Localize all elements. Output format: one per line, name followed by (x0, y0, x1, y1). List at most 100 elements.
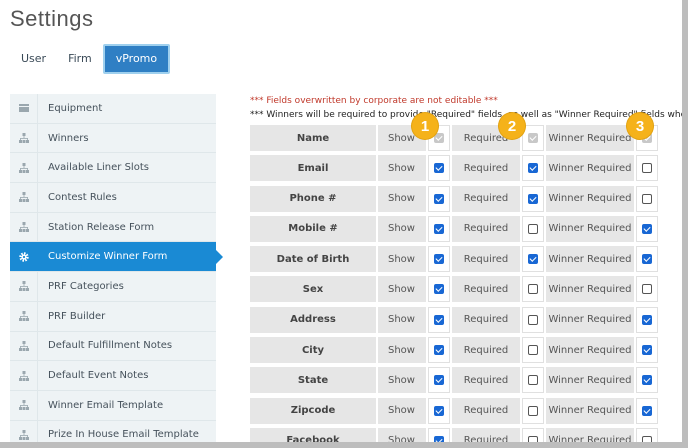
sidebar-item-equipment[interactable]: Equipment (10, 94, 216, 124)
tab-user[interactable]: User (10, 44, 57, 74)
sidebar-item-label: Default Fulfillment Notes (48, 340, 173, 352)
required-checkbox[interactable] (528, 254, 538, 265)
show-label: Show (378, 185, 426, 212)
field-name: State (250, 367, 376, 394)
required-checkbox[interactable] (528, 163, 538, 174)
show-checkbox[interactable] (434, 405, 444, 416)
show-label: Show (378, 427, 426, 442)
show-checkbox[interactable] (434, 345, 444, 356)
sidebar-item-contest-rules[interactable]: Contest Rules (10, 183, 216, 213)
sidebar-item-available-liner-slots[interactable]: Available Liner Slots (10, 153, 216, 184)
required-checkbox (528, 133, 538, 143)
winner-required-checkbox[interactable] (642, 163, 652, 174)
sidebar-item-label: PRF Categories (48, 280, 124, 292)
sidebar-item-station-release-form[interactable]: Station Release Form (10, 212, 216, 243)
winner-required-label: Winner Required (546, 427, 634, 442)
show-checkbox[interactable] (434, 375, 444, 386)
required-label: Required (452, 367, 520, 394)
required-checkbox[interactable] (528, 223, 538, 234)
tab-firm[interactable]: Firm (57, 44, 103, 74)
sidebar-menu: Equipment Winners Available Liner Slots Con… (10, 94, 223, 442)
winner-required-cell (636, 427, 658, 442)
show-checkbox[interactable] (434, 223, 444, 234)
winner-required-checkbox[interactable] (642, 223, 652, 234)
required-checkbox[interactable] (528, 193, 538, 204)
required-checkbox[interactable] (528, 284, 538, 295)
show-checkbox (434, 133, 444, 143)
show-label: Show (378, 397, 426, 424)
winner-required-checkbox[interactable] (642, 405, 652, 416)
sidebar-item-winners[interactable]: Winners (10, 123, 216, 154)
show-cell (428, 246, 450, 273)
winner-required-cell (636, 246, 658, 273)
table-row: Date of Birth Show Required Winner Required (250, 245, 660, 275)
required-cell (522, 155, 544, 182)
winner-required-checkbox[interactable] (642, 345, 652, 356)
winners-note: *** Winners will be required to provide … (250, 110, 682, 120)
required-label: Required (452, 155, 520, 182)
winner-required-checkbox[interactable] (642, 314, 652, 325)
winner-required-cell (636, 185, 658, 212)
winner-required-label: Winner Required (546, 367, 634, 394)
required-checkbox[interactable] (528, 435, 538, 442)
required-cell (522, 246, 544, 273)
show-checkbox[interactable] (434, 314, 444, 325)
table-row: Facebook Show Required Winner Required (250, 427, 660, 442)
required-checkbox[interactable] (528, 375, 538, 386)
winner-required-checkbox[interactable] (642, 375, 652, 386)
show-cell (428, 215, 450, 242)
winner-form-fields-table: Name Show Required Winner Required Email Show… (250, 124, 660, 442)
field-name: Date of Birth (250, 246, 376, 273)
required-cell (522, 397, 544, 424)
sidebar-item-default-event-notes[interactable]: Default Event Notes (10, 361, 216, 391)
step-badge-1: 1 (412, 113, 438, 139)
sidebar-item-prf-builder[interactable]: PRF Builder (10, 301, 216, 332)
sidebar-item-customize-winner-form[interactable]: Customize Winner Form (10, 242, 223, 273)
sidebar-item-winner-email-template[interactable]: Winner Email Template (10, 390, 216, 421)
field-name: Name (250, 125, 376, 151)
winner-required-label: Winner Required (546, 125, 634, 151)
sitemap-icon (10, 212, 38, 242)
winner-required-checkbox[interactable] (642, 254, 652, 265)
sidebar-item-label: Prize In House Email Template (48, 429, 199, 441)
required-checkbox[interactable] (528, 345, 538, 356)
sidebar-item-prize-in-house-email-template[interactable]: Prize In House Email Template (10, 420, 216, 442)
winner-required-checkbox[interactable] (642, 284, 652, 295)
tab-vpromo[interactable]: vPromo (102, 44, 171, 74)
show-checkbox[interactable] (434, 163, 444, 174)
sitemap-icon (10, 272, 38, 301)
show-checkbox[interactable] (434, 284, 444, 295)
show-label: Show (378, 276, 426, 303)
winner-required-checkbox[interactable] (642, 193, 652, 204)
required-checkbox[interactable] (528, 314, 538, 325)
sidebar-item-label: Available Liner Slots (48, 162, 149, 174)
show-label: Show (378, 215, 426, 242)
sidebar-item-default-fulfillment-notes[interactable]: Default Fulfillment Notes (10, 331, 216, 362)
field-name: Email (250, 155, 376, 182)
winner-required-label: Winner Required (546, 246, 634, 273)
required-checkbox[interactable] (528, 405, 538, 416)
show-checkbox[interactable] (434, 254, 444, 265)
field-name: Zipcode (250, 397, 376, 424)
winner-required-label: Winner Required (546, 306, 634, 333)
sitemap-icon (10, 301, 38, 331)
show-checkbox[interactable] (434, 435, 444, 442)
required-label: Required (452, 276, 520, 303)
table-row: Address Show Required Winner Required (250, 306, 660, 336)
required-cell (522, 215, 544, 242)
winner-required-checkbox[interactable] (642, 435, 652, 442)
table-row: Name Show Required Winner Required (250, 124, 660, 154)
tab-bar: User Firm vPromo (10, 44, 171, 74)
show-checkbox[interactable] (434, 193, 444, 204)
table-row: Sex Show Required Winner Required (250, 275, 660, 305)
equipment-icon (10, 94, 38, 123)
required-label: Required (452, 306, 520, 333)
field-name: City (250, 337, 376, 364)
winner-required-label: Winner Required (546, 397, 634, 424)
sidebar-item-prf-categories[interactable]: PRF Categories (10, 272, 216, 302)
required-cell (522, 427, 544, 442)
settings-window: Settings User Firm vPromo Equipment Winne… (0, 0, 682, 442)
sitemap-icon (10, 390, 38, 420)
required-label: Required (452, 185, 520, 212)
sidebar-item-label: Winner Email Template (48, 399, 164, 411)
